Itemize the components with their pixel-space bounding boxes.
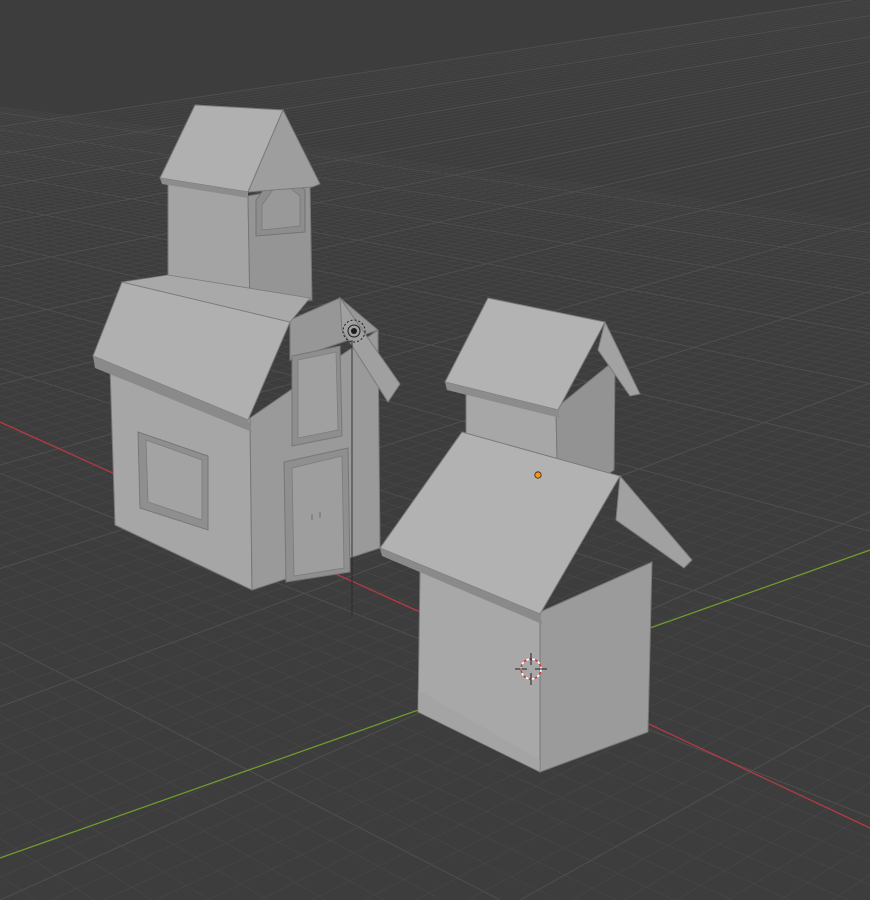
origin-dot-icon[interactable] — [534, 471, 542, 479]
3d-viewport[interactable] — [0, 0, 870, 900]
